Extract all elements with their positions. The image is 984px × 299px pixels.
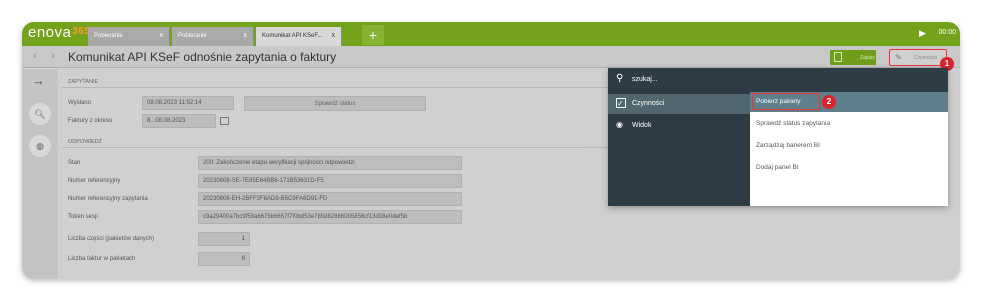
save-button[interactable]: Zapisz bbox=[830, 50, 876, 65]
search-icon[interactable]: 🔍︎ bbox=[29, 103, 51, 125]
tab-komunikat-api-ksef[interactable]: Komunikat API KSeF... x bbox=[256, 27, 342, 46]
period-field[interactable]: 8...08.08.2023 bbox=[142, 114, 216, 128]
step-marker-2: 2 bbox=[822, 95, 836, 109]
dropdown-options: Pobierz pakiety Sprawdź status zapytania… bbox=[750, 92, 948, 206]
actions-button[interactable]: ✎ Czynności bbox=[889, 49, 947, 66]
close-icon[interactable]: x bbox=[244, 32, 248, 39]
wrench-icon: ✎ bbox=[895, 53, 902, 62]
checkbox-icon: ✓ bbox=[616, 98, 626, 108]
check-status-button[interactable]: Sprawdź status bbox=[244, 96, 426, 111]
response-row-label: Numer referencyjny zapytania bbox=[68, 196, 148, 202]
page-title: Komunikat API KSeF odnośnie zapytania o … bbox=[68, 50, 337, 64]
back-icon[interactable]: ‹ bbox=[28, 49, 42, 64]
category-czynnosci[interactable]: ✓ Czynności bbox=[608, 94, 750, 114]
tab-pobieranie-1[interactable]: Pobieranie x bbox=[88, 27, 170, 46]
search-icon: ⚲ bbox=[616, 73, 624, 84]
section-response: ODPOWIEDŹ bbox=[62, 136, 622, 148]
form-content: ZAPYTANIE Wysłano 08.08.2023 11:52:14 Sp… bbox=[62, 72, 622, 277]
parts-count-label: Liczba części (pakietów danych) bbox=[68, 236, 155, 242]
add-tab-button[interactable]: + bbox=[362, 25, 384, 45]
category-label: Widok bbox=[632, 122, 652, 129]
top-bar: enova365 Pobieranie x Pobieranie x Komun… bbox=[22, 22, 960, 46]
tab-pobieranie-2[interactable]: Pobieranie x bbox=[172, 27, 254, 46]
close-icon[interactable]: x bbox=[332, 32, 336, 39]
logo: enova365 bbox=[28, 24, 91, 41]
app-window: enova365 Pobieranie x Pobieranie x Komun… bbox=[22, 22, 960, 279]
option-dodaj-panel-bi[interactable]: Dodaj panel BI bbox=[750, 158, 948, 178]
globe-icon[interactable]: ◍ bbox=[29, 135, 51, 157]
calendar-icon[interactable] bbox=[220, 117, 229, 125]
option-zarzadzaj-banerem-bi[interactable]: Zarządzaj banerem BI bbox=[750, 136, 948, 156]
sent-field[interactable]: 08.08.2023 11:52:14 bbox=[142, 96, 234, 110]
dropdown-search[interactable]: ⚲ szukaj... bbox=[608, 68, 948, 92]
tab-label: Komunikat API KSeF... bbox=[262, 33, 323, 39]
actions-dropdown: ⚲ szukaj... ✓ Czynności ◉ Widok Pobierz … bbox=[608, 68, 948, 206]
category-widok[interactable]: ◉ Widok bbox=[608, 116, 750, 136]
save-label: Zapisz bbox=[860, 55, 875, 61]
section-request: ZAPYTANIE bbox=[62, 76, 622, 88]
highlight-box bbox=[752, 93, 820, 110]
clock: 00:00 bbox=[938, 29, 956, 36]
forward-icon[interactable]: › bbox=[46, 49, 60, 64]
invoices-count-field[interactable]: 6 bbox=[198, 252, 250, 266]
response-row-label: Token sesji bbox=[68, 214, 98, 220]
dropdown-categories: ✓ Czynności ◉ Widok bbox=[608, 92, 750, 206]
category-label: Czynności bbox=[632, 100, 665, 107]
sent-label: Wysłano bbox=[68, 100, 91, 106]
reference-number-field[interactable]: 20230808-SE-7E85E64BB6-171B53631D-F5 bbox=[198, 174, 462, 188]
close-icon[interactable]: x bbox=[160, 32, 164, 39]
play-icon[interactable]: ▶ bbox=[919, 28, 926, 39]
arrow-right-icon[interactable]: → bbox=[32, 73, 45, 88]
left-rail: → 🔍︎ ◍ bbox=[22, 69, 58, 279]
search-input[interactable]: szukaj... bbox=[632, 76, 658, 83]
option-pobierz-pakiety[interactable]: Pobierz pakiety bbox=[750, 92, 948, 112]
session-token-field[interactable]: c9a29400a7bc9f58a6675b6657f7f0bd53e785d8… bbox=[198, 210, 462, 224]
option-sprawdz-status-zapytania[interactable]: Sprawdź status zapytania bbox=[750, 114, 948, 134]
tab-label: Pobieranie bbox=[178, 33, 207, 39]
title-bar: ‹ › Komunikat API KSeF odnośnie zapytani… bbox=[22, 46, 960, 71]
tab-label: Pobieranie bbox=[94, 33, 123, 39]
status-field[interactable]: 200: Zakończenie etapu weryfikacji spójn… bbox=[198, 156, 462, 170]
save-icon bbox=[834, 52, 842, 62]
eye-icon: ◉ bbox=[616, 120, 623, 129]
invoices-count-label: Liczba faktur w pakietach bbox=[68, 256, 136, 262]
request-reference-number-field[interactable]: 20230808-EH-2BFF2F8AD8-B5C9FA6D91-FD bbox=[198, 192, 462, 206]
response-row-label: Stan bbox=[68, 160, 81, 166]
actions-label: Czynności bbox=[914, 55, 938, 61]
logo-text: enova bbox=[28, 24, 72, 41]
parts-count-field[interactable]: 1 bbox=[198, 232, 250, 246]
response-row-label: Numer referencyjny bbox=[68, 178, 121, 184]
period-label: Faktury z okresu bbox=[68, 118, 113, 124]
